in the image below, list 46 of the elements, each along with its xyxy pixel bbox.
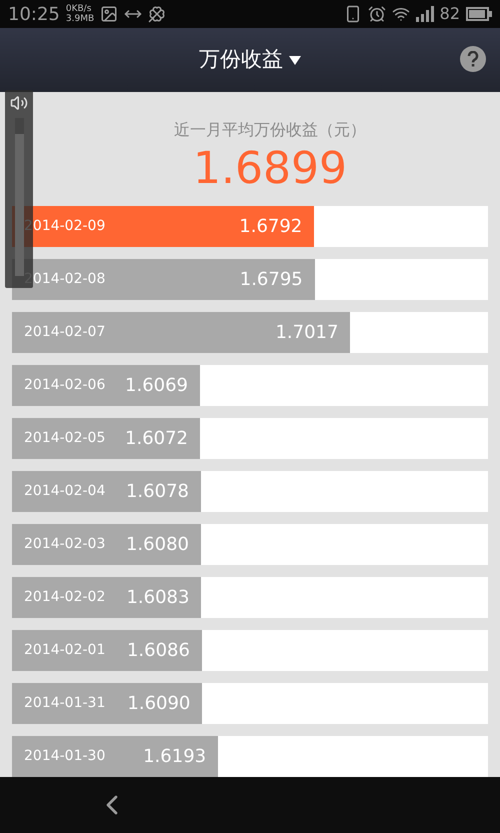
title-dropdown[interactable]: 万份收益: [199, 44, 301, 76]
help-button[interactable]: [460, 46, 486, 72]
image-icon: [100, 5, 118, 23]
row-value: 1.6083: [126, 586, 190, 610]
row-value: 1.6086: [126, 639, 190, 663]
bar-row[interactable]: 2014-02-01 1.6086: [12, 630, 488, 671]
clover-icon: [148, 5, 166, 23]
row-date: 2014-02-07: [24, 323, 106, 342]
row-date: 2014-01-30: [24, 747, 106, 766]
row-date: 2014-02-02: [24, 588, 106, 607]
row-value: 1.6792: [239, 215, 302, 239]
row-date: 2014-02-01: [24, 641, 106, 660]
row-date: 2014-02-04: [24, 482, 106, 501]
bar-row[interactable]: 2014-01-30 1.6193: [12, 736, 488, 777]
row-date: 2014-01-31: [24, 694, 106, 713]
battery-icon: [466, 7, 492, 21]
wifi-icon: [392, 5, 410, 23]
caret-icon: [289, 56, 301, 64]
speaker-icon: [10, 94, 28, 112]
row-value: 1.7017: [275, 321, 338, 345]
row-date: 2014-02-06: [24, 376, 106, 395]
bar-row[interactable]: 2014-02-02 1.6083: [12, 577, 488, 618]
row-value: 1.6080: [126, 533, 189, 557]
bar-row[interactable]: 2014-02-07 1.7017: [12, 312, 488, 353]
bar-row[interactable]: 2014-02-06 1.6069: [12, 365, 488, 406]
summary-value: 1.6899: [193, 142, 347, 196]
row-value: 1.6072: [125, 427, 188, 451]
signal-icon: [416, 6, 434, 22]
row-date: 2014-02-05: [24, 429, 106, 448]
bar-row[interactable]: 2014-02-03 1.6080: [12, 524, 488, 565]
bar-row[interactable]: 2014-02-04 1.6078: [12, 471, 488, 512]
bar-row[interactable]: 2014-01-31 1.6090: [12, 683, 488, 724]
summary-label: 近一月平均万份收益（元）: [174, 119, 366, 141]
bar-row[interactable]: 2014-02-05 1.6072: [12, 418, 488, 459]
row-value: 1.6069: [125, 374, 188, 398]
battery-level: 82: [440, 3, 460, 25]
net-speed: 0KB/s: [66, 4, 92, 14]
row-value: 1.6078: [126, 480, 189, 504]
clock-time: 10:25: [8, 2, 60, 26]
row-value: 1.6090: [127, 692, 190, 716]
alarm-icon: [368, 5, 386, 23]
row-value: 1.6193: [143, 745, 206, 769]
row-date: 2014-02-03: [24, 535, 106, 554]
question-icon: [467, 51, 479, 67]
row-value: 1.6795: [240, 268, 303, 292]
data-used: 3.9MB: [66, 14, 94, 24]
